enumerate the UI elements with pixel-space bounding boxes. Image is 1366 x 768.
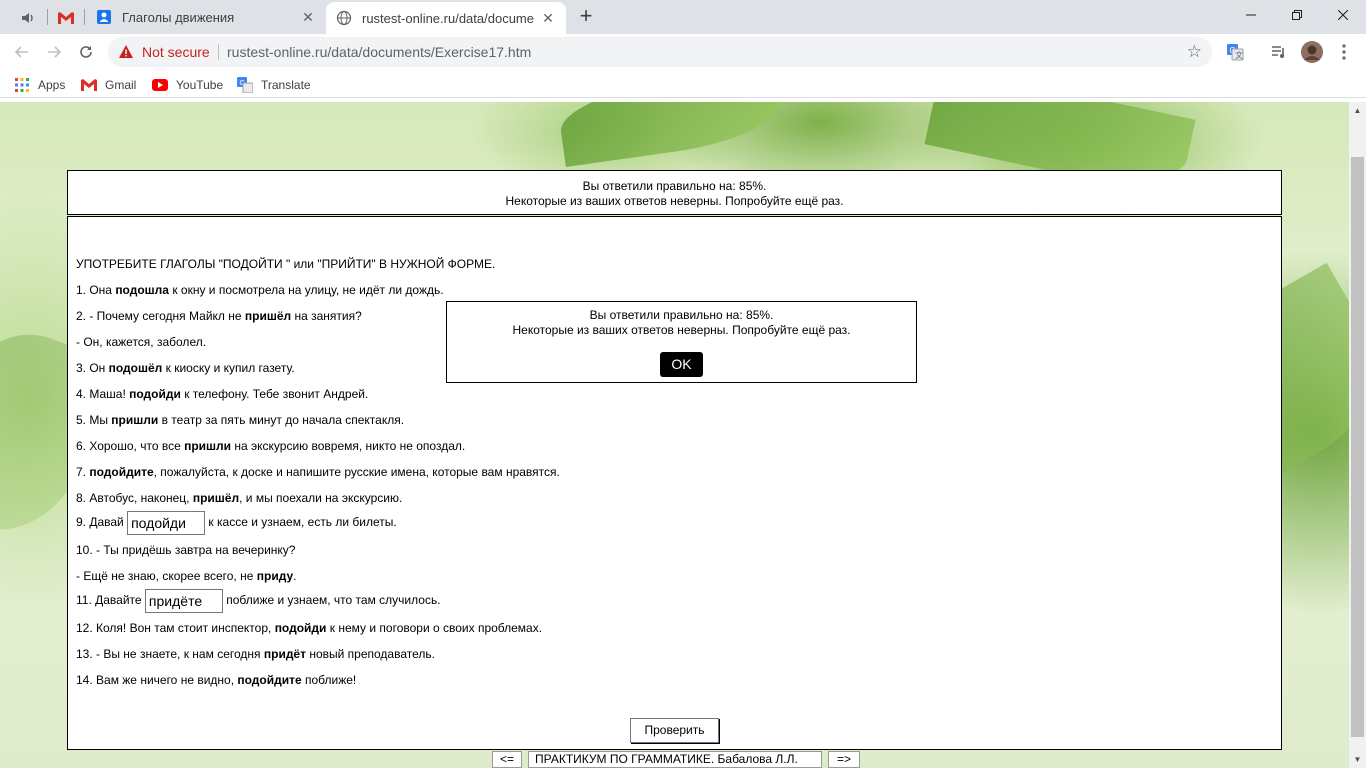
prev-page-link[interactable]: <=	[492, 751, 522, 768]
sentence-12: 12. Коля! Вон там стоит инспектор, подой…	[76, 621, 543, 635]
answer-word: подойди	[274, 621, 327, 635]
answer-word: пришёл	[244, 309, 292, 323]
contact-card-icon	[97, 10, 111, 24]
bookmark-label: Apps	[38, 78, 66, 92]
sentence-10: 10. - Ты придёшь завтра на вечеринку?	[76, 543, 296, 557]
bookmark-apps[interactable]: Apps	[14, 76, 65, 94]
result-summary: Вы ответили правильно на: 85%. Некоторые…	[67, 170, 1282, 215]
back-arrow-icon[interactable]	[8, 38, 36, 66]
tab-strip: Глаголы движения ✕ rustest-online.ru/dat…	[0, 0, 1366, 34]
check-button[interactable]: Проверить	[630, 718, 719, 743]
gmail-pinned-tab[interactable]	[50, 4, 82, 32]
answer-word: подошла	[115, 283, 169, 297]
page-content: Вы ответили правильно на: 85%. Некоторые…	[0, 102, 1349, 768]
leaf-decoration	[556, 102, 784, 167]
sentence-4: 4. Маша! подойди к телефону. Тебе звонит…	[76, 387, 369, 401]
globe-icon	[336, 10, 352, 26]
tab-glagoly[interactable]: Глаголы движения ✕	[86, 2, 326, 32]
dialog-hint-text: Некоторые из ваших ответов неверны. Попр…	[512, 323, 851, 337]
tab-title: Глаголы движения	[122, 9, 235, 25]
page-scrollbar[interactable]: ▲ ▼	[1349, 102, 1366, 768]
answer-word: подойдите	[89, 465, 154, 479]
scroll-thumb[interactable]	[1351, 157, 1364, 737]
tab-title: rustest-online.ru/data/document	[362, 10, 534, 26]
answer-input-9[interactable]: подойди	[127, 511, 206, 535]
answer-word: подойдите	[237, 673, 302, 687]
sentence-13: 13. - Вы не знаете, к нам сегодня придёт…	[76, 647, 435, 661]
sentence-2-reply: - Он, кажется, заболел.	[76, 335, 207, 349]
next-page-link[interactable]: =>	[828, 751, 860, 768]
answer-word: подошёл	[108, 361, 163, 375]
bottom-navigation: <= ПРАКТИКУМ ПО ГРАММАТИКЕ. Бабалова Л.Л…	[492, 751, 860, 768]
result-hint-text: Некоторые из ваших ответов неверны. Попр…	[505, 194, 844, 208]
sentence-8: 8. Автобус, наконец, пришёл, и мы поехал…	[76, 491, 403, 505]
warning-triangle-icon	[119, 45, 133, 58]
bookmark-gmail[interactable]: Gmail	[81, 76, 136, 94]
sentence-6: 6. Хорошо, что все пришли на экскурсию в…	[76, 439, 466, 453]
sentence-1: 1. Она подошла к окну и посмотрела на ул…	[76, 283, 444, 297]
close-window-icon[interactable]	[1320, 0, 1366, 30]
svg-text:文: 文	[1235, 50, 1243, 60]
sentence-14: 14. Вам же ничего не видно, подойдите по…	[76, 673, 357, 687]
google-translate-extension-icon[interactable]: G文	[1223, 40, 1247, 64]
gmail-icon	[58, 12, 74, 24]
answer-word: пришёл	[192, 491, 240, 505]
answer-word: придёт	[263, 647, 306, 661]
gmail-icon	[81, 77, 97, 93]
apps-grid-icon	[14, 77, 30, 93]
answer-word: пришли	[184, 439, 232, 453]
bookmark-translate[interactable]: G Translate	[237, 76, 311, 94]
youtube-icon	[152, 77, 168, 93]
new-tab-plus-icon[interactable]: +	[574, 5, 598, 28]
sentence-11: 11. Давайте придёте поближе и узнаем, чт…	[76, 589, 441, 613]
close-tab-icon[interactable]: ✕	[300, 9, 316, 25]
result-score-text: Вы ответили правильно на: 85%.	[582, 179, 767, 193]
scroll-down-arrow-icon[interactable]: ▼	[1349, 751, 1366, 768]
security-label[interactable]: Not secure	[142, 44, 210, 60]
bookmark-star-icon[interactable]: ☆	[1187, 42, 1202, 62]
address-bar[interactable]: Not secure rustest-online.ru/data/docume…	[108, 37, 1212, 67]
answer-word: приду	[256, 569, 294, 583]
sentence-10-reply: - Ещё не знаю, скорее всего, не приду.	[76, 569, 297, 583]
close-tab-icon[interactable]: ✕	[540, 10, 556, 26]
chrome-menu-icon[interactable]	[1332, 40, 1356, 64]
bookmark-label: YouTube	[176, 78, 224, 92]
url-text[interactable]: rustest-online.ru/data/documents/Exercis…	[227, 44, 531, 60]
bookmark-youtube[interactable]: YouTube	[152, 76, 223, 94]
forward-arrow-icon[interactable]	[40, 38, 68, 66]
exercise-panel: УПОТРЕБИТЕ ГЛАГОЛЫ "ПОДОЙТИ " или "ПРИЙТ…	[67, 216, 1282, 750]
tab-separator	[84, 9, 85, 25]
dialog-ok-button[interactable]: OK	[660, 352, 703, 377]
tab-separator	[47, 9, 48, 25]
tab-exercise[interactable]: rustest-online.ru/data/document ✕	[326, 2, 566, 34]
scroll-up-arrow-icon[interactable]: ▲	[1349, 102, 1366, 119]
sentence-9: 9. Давай подойди к кассе и узнаем, есть …	[76, 511, 397, 535]
speaker-icon[interactable]	[14, 8, 44, 28]
exercise-heading: УПОТРЕБИТЕ ГЛАГОЛЫ "ПОДОЙТИ " или "ПРИЙТ…	[76, 257, 496, 271]
bookmarks-bar: Apps Gmail YouTube G Translate	[0, 71, 1366, 98]
result-dialog: Вы ответили правильно на: 85%. Некоторые…	[446, 301, 917, 383]
course-title-link[interactable]: ПРАКТИКУМ ПО ГРАММАТИКЕ. Бабалова Л.Л.	[528, 751, 822, 768]
media-queue-icon[interactable]	[1267, 40, 1291, 64]
restore-icon[interactable]	[1274, 0, 1320, 30]
dialog-score-text: Вы ответили правильно на: 85%.	[589, 308, 774, 322]
answer-word: пришли	[111, 413, 159, 427]
sentence-5: 5. Мы пришли в театр за пять минут до на…	[76, 413, 405, 427]
answer-input-11[interactable]: придёте	[144, 589, 223, 613]
answer-word: подойди	[129, 387, 181, 401]
minimize-icon[interactable]	[1228, 0, 1274, 30]
profile-avatar[interactable]	[1300, 40, 1324, 64]
bookmark-label: Translate	[261, 78, 311, 92]
sentence-7: 7. подойдите, пожалуйста, к доске и напи…	[76, 465, 560, 479]
browser-toolbar: Not secure rustest-online.ru/data/docume…	[0, 34, 1366, 71]
translate-icon: G	[237, 77, 253, 93]
address-divider	[218, 44, 219, 60]
sentence-2: 2. - Почему сегодня Майкл не пришёл на з…	[76, 309, 362, 323]
sentence-3: 3. Он подошёл к киоску и купил газету.	[76, 361, 295, 375]
bookmark-label: Gmail	[105, 78, 137, 92]
reload-icon[interactable]	[72, 38, 100, 66]
